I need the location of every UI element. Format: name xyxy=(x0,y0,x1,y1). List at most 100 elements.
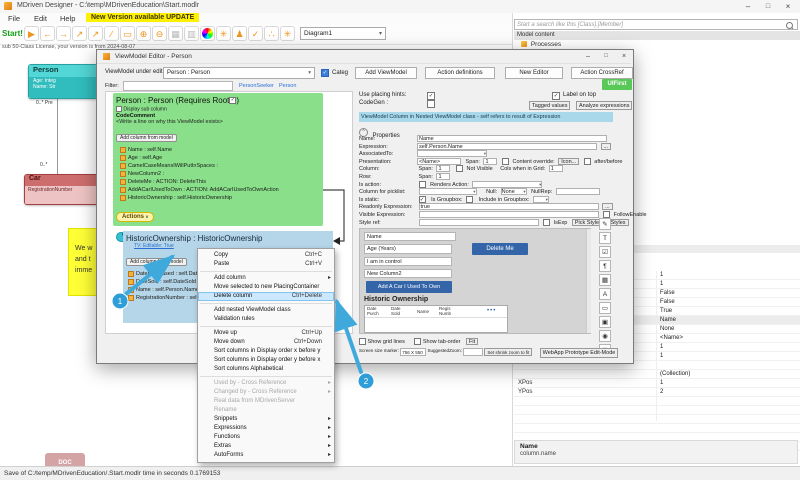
zoom-out-icon[interactable]: ⊖ xyxy=(152,26,167,41)
menu-item-add-nested-viewmodel[interactable]: Add nested ViewModel class xyxy=(198,306,334,315)
screen-icon[interactable]: ▭ xyxy=(120,26,135,41)
null-select[interactable]: None xyxy=(501,188,527,195)
vm-column[interactable]: NewColumn2 : xyxy=(120,170,320,178)
cols-in-grid-field[interactable]: 1 xyxy=(549,165,563,172)
menu-item-real-data[interactable]: Real data from MDrivenServer xyxy=(198,397,334,406)
add-viewmodel-button[interactable]: Add ViewModel xyxy=(355,67,417,79)
menu-help[interactable]: Help xyxy=(60,14,75,23)
menu-file[interactable]: File xyxy=(8,14,20,23)
dialog-close-button[interactable]: × xyxy=(616,51,632,62)
color-wheel-icon[interactable] xyxy=(200,26,215,41)
dialog-minimize-button[interactable]: – xyxy=(580,51,596,62)
validate-icon[interactable]: ✓ xyxy=(248,26,263,41)
screen-marker-field[interactable]: 756 X 550 xyxy=(400,348,426,356)
preview-control-input[interactable]: I am in control xyxy=(364,257,452,266)
menu-item-sort-alphabetical[interactable]: Sort columns Alphabetical xyxy=(198,365,334,374)
action-definitions-button[interactable]: Action definitions xyxy=(425,67,495,79)
content-override-checkbox[interactable] xyxy=(502,158,509,165)
menu-item-functions[interactable]: Functions▸ xyxy=(198,433,334,442)
preview-grid[interactable]: DatePurch DateSold Name RegisNumb ••• xyxy=(364,305,508,333)
menu-item-sort-y-before-x[interactable]: Sort columns in Display order y before x xyxy=(198,356,334,365)
text-icon[interactable]: T xyxy=(599,232,611,244)
show-tab-order-checkbox[interactable] xyxy=(414,338,421,345)
maximize-button[interactable]: □ xyxy=(760,1,776,12)
include-groupbox-select[interactable] xyxy=(533,196,549,203)
checkbox-icon[interactable]: ☑ xyxy=(599,246,611,258)
link-tool2-icon[interactable]: ↗ xyxy=(88,26,103,41)
visible-field[interactable] xyxy=(419,211,599,218)
isexp-checkbox[interactable] xyxy=(543,219,550,226)
user-icon[interactable]: ♟ xyxy=(232,26,247,41)
menu-item-extras[interactable]: Extras▸ xyxy=(198,442,334,451)
nullrep-field[interactable] xyxy=(556,188,600,195)
menu-item-move-up[interactable]: Move upCtrl+Up xyxy=(198,329,334,338)
link-personseeker[interactable]: PersonSeeker xyxy=(239,83,274,89)
play-icon[interactable]: ▶ xyxy=(24,26,39,41)
menu-item-snippets[interactable]: Snippets▸ xyxy=(198,415,334,424)
menu-item-validation-rules[interactable]: Validation rules xyxy=(198,315,334,324)
new-editor-button[interactable]: New Editor xyxy=(505,67,563,79)
menu-item-move-down[interactable]: Move downCtrl+Down xyxy=(198,338,334,347)
grid-menu-dots-icon[interactable]: ••• xyxy=(487,308,496,314)
is-static-checkbox[interactable]: ✓ xyxy=(419,196,426,203)
add-column-button[interactable]: Add column from model xyxy=(116,134,177,142)
actions-expander[interactable]: Actions v xyxy=(116,212,154,222)
analyze-expressions-button[interactable]: Analyze expressions xyxy=(576,101,632,110)
link-person[interactable]: Person xyxy=(279,83,296,89)
settings-gears-icon[interactable]: ✳ xyxy=(216,26,231,41)
calendar-icon[interactable]: ▦ xyxy=(599,274,611,286)
tagged-values-button[interactable]: Tagged values xyxy=(529,101,570,110)
display-sub-checkbox[interactable] xyxy=(116,106,122,112)
vm-column[interactable]: CamelCaseMeansIWillPutInSpaces : xyxy=(120,162,320,170)
table-row[interactable]: XPos1 xyxy=(514,379,800,388)
nav-forward-icon[interactable]: → xyxy=(56,26,71,41)
edit-icon[interactable]: ✎ xyxy=(599,218,611,230)
categ-checkbox[interactable]: ✓ xyxy=(321,69,329,77)
vm-column[interactable]: HistoricOwnership : self.HistoricOwnersh… xyxy=(120,194,320,202)
paragraph-icon[interactable]: ¶ xyxy=(599,260,611,272)
radio-icon[interactable]: ◉ xyxy=(599,330,611,342)
menu-item-copy[interactable]: CopyCtrl+C xyxy=(198,251,334,260)
menu-item-changed-by[interactable]: Changed by - Cross Reference▸ xyxy=(198,388,334,397)
preview-age-input[interactable]: Age (Years) xyxy=(364,244,452,254)
class-box-car[interactable]: Car RegistrationNumber xyxy=(24,174,100,205)
copy-diagram-icon[interactable]: ▥ xyxy=(184,26,199,41)
label-on-top-checkbox[interactable]: ✓ xyxy=(552,92,560,100)
vm-column[interactable]: Age : self.Age xyxy=(120,154,320,162)
picklist-select[interactable] xyxy=(419,188,477,195)
vm-column[interactable]: AddACarIUsedToOwn : ACTION: AddACarIUsed… xyxy=(120,186,320,194)
update-notice[interactable]: New Version available UPDATE xyxy=(86,13,199,22)
readonly-ellipsis-button[interactable]: ... xyxy=(602,203,613,210)
pick-style-button[interactable]: Pick Style xyxy=(572,219,602,226)
doc-tab[interactable]: DOC xyxy=(45,453,85,466)
renders-action-select[interactable] xyxy=(472,181,542,188)
is-action-checkbox[interactable] xyxy=(419,181,426,188)
diagram-select[interactable]: ▾ Diagram1 xyxy=(300,27,386,40)
search-input[interactable]: Start a search like this [Class].[Member… xyxy=(514,19,798,30)
expression-field[interactable]: self.Person.Name xyxy=(417,143,597,150)
table-row[interactable]: (Collection) xyxy=(514,370,800,379)
row-span-field[interactable]: 1 xyxy=(436,173,450,180)
table-row[interactable]: YPos2 xyxy=(514,388,800,397)
grid-view-icon[interactable]: ▦ xyxy=(168,26,183,41)
dialog-maximize-button[interactable]: □ xyxy=(598,51,614,62)
button-icon[interactable]: ▭ xyxy=(599,302,611,314)
readonly-field[interactable]: true xyxy=(419,203,599,210)
is-groupbox-checkbox[interactable] xyxy=(466,196,473,203)
presentation-field[interactable]: <Name> xyxy=(417,158,461,165)
label-icon[interactable]: A xyxy=(599,288,611,300)
class-box-person[interactable]: Person Age: Integ Name: Str xyxy=(28,64,98,99)
menu-item-delete-column[interactable]: Delete columnCtrl+Delete xyxy=(198,292,334,301)
viewmodel-select[interactable]: ▾ Person : Person xyxy=(163,67,315,79)
afterbefore-checkbox[interactable] xyxy=(584,158,591,165)
menu-item-expressions[interactable]: Expressions▸ xyxy=(198,424,334,433)
preview-scrollbar[interactable] xyxy=(586,229,591,333)
menu-item-move-to-placingcontainer[interactable]: Move selected to new PlacingContainer xyxy=(198,283,334,292)
vm-column[interactable]: DeleteMe : ACTION: DeleteThis xyxy=(120,178,320,186)
shrink-zoom-button[interactable]: Set shrink zoom to fit xyxy=(484,348,532,356)
followenable-checkbox[interactable] xyxy=(603,211,610,218)
webapp-prototype-button[interactable]: WebApp Prototype Edit-Mode xyxy=(540,348,619,358)
menu-edit[interactable]: Edit xyxy=(34,14,47,23)
filter-input[interactable] xyxy=(123,81,233,91)
start-button[interactable]: Start! xyxy=(2,29,23,38)
